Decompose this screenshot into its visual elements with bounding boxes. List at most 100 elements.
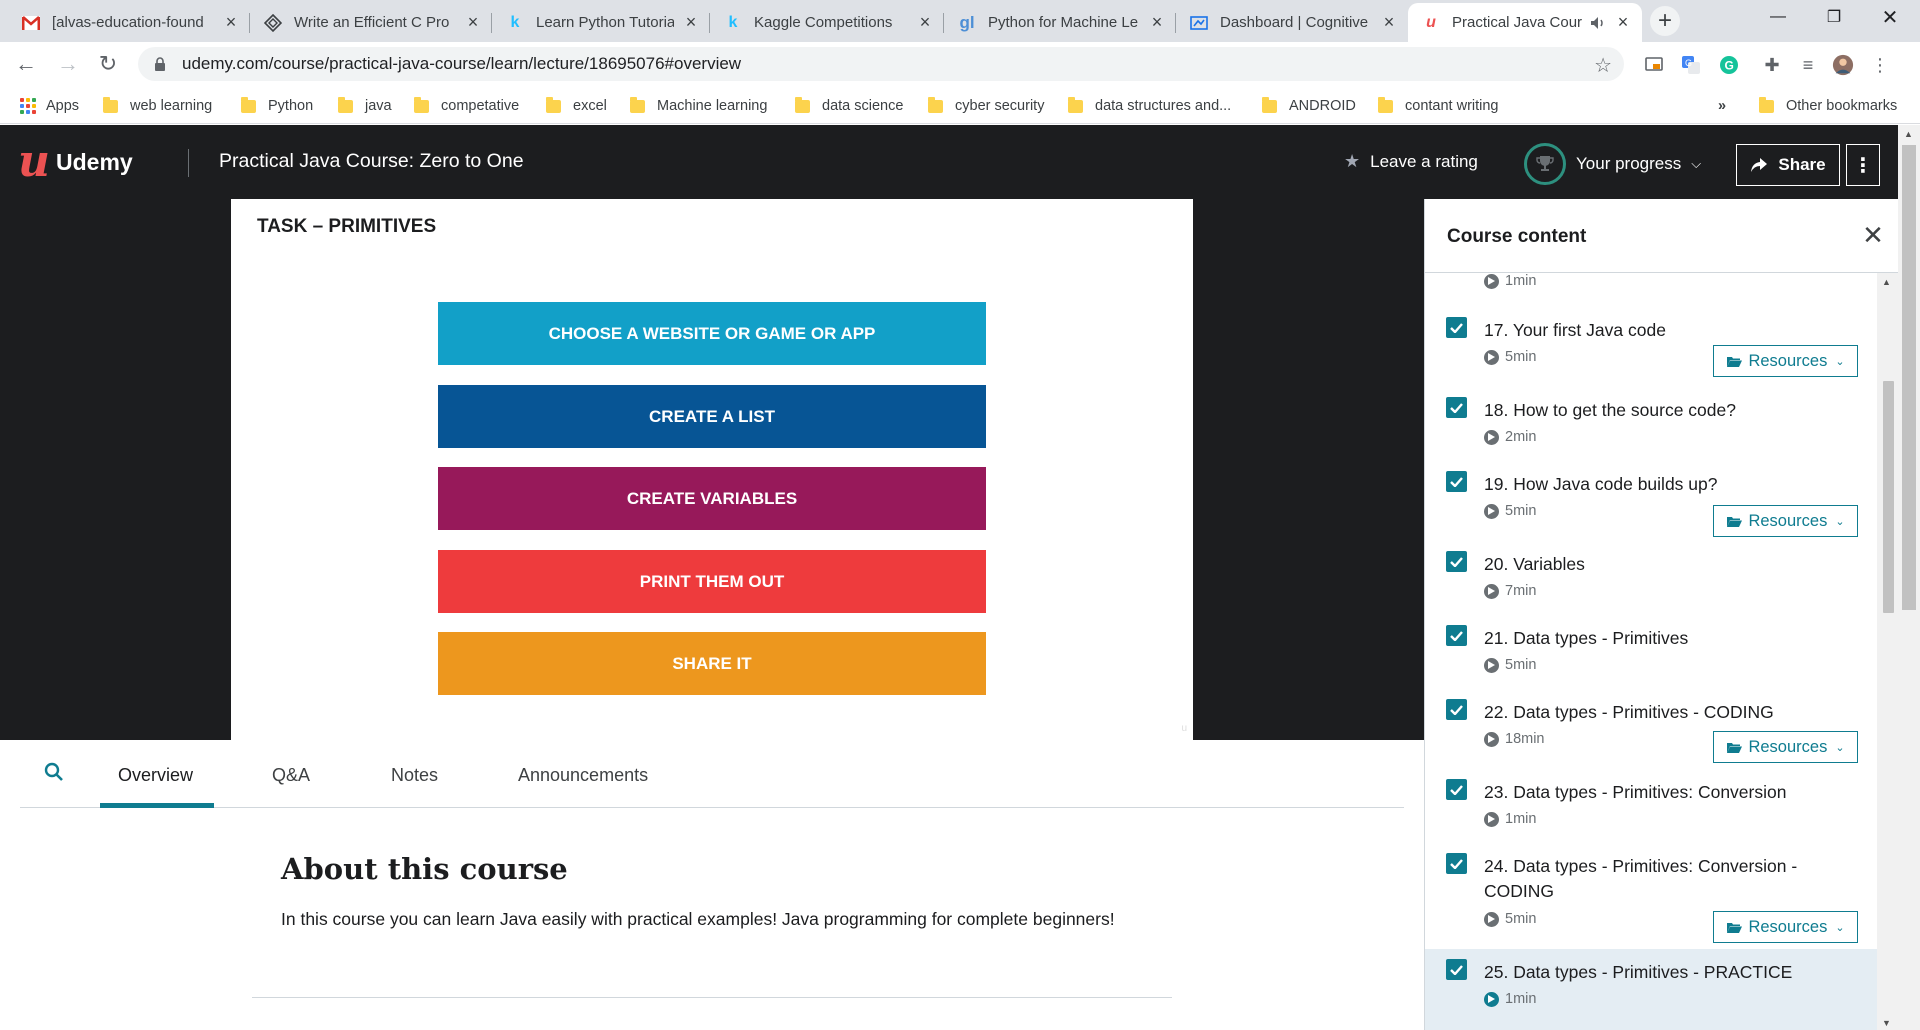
completed-checkbox[interactable] bbox=[1446, 317, 1467, 338]
completed-checkbox[interactable] bbox=[1446, 471, 1467, 492]
lecture-duration: 18min bbox=[1484, 731, 1545, 747]
browser-tab-kaggle[interactable]: k Kaggle Competitions × bbox=[710, 3, 944, 42]
bookmark-star-icon[interactable]: ☆ bbox=[1594, 53, 1612, 78]
profile-avatar[interactable] bbox=[1832, 54, 1854, 76]
bookmark-apps[interactable]: Apps bbox=[20, 95, 79, 117]
lecture-item[interactable]: 23. Data types - Primitives: Conversion … bbox=[1425, 769, 1877, 843]
tab-notes[interactable]: Notes bbox=[391, 765, 438, 807]
new-tab-button[interactable]: + bbox=[1650, 6, 1680, 36]
completed-checkbox[interactable] bbox=[1446, 779, 1467, 800]
close-tab-icon[interactable]: × bbox=[682, 12, 700, 33]
translate-icon[interactable]: G bbox=[1680, 54, 1702, 76]
active-tab-indicator bbox=[100, 803, 214, 808]
browser-tab-geeks[interactable]: Write an Efficient C Pro × bbox=[250, 3, 492, 42]
bookmarks-overflow-button[interactable]: » bbox=[1718, 95, 1726, 117]
lecture-item[interactable]: 18. How to get the source code? 2min bbox=[1425, 387, 1877, 461]
extensions-puzzle-icon[interactable]: ✚ bbox=[1761, 54, 1783, 76]
resources-dropdown[interactable]: Resources ⌄ bbox=[1713, 345, 1858, 377]
folder-icon bbox=[103, 96, 118, 113]
lecture-title: 21. Data types - Primitives bbox=[1484, 628, 1689, 648]
bookmark-folder[interactable]: excel bbox=[546, 95, 607, 117]
close-tab-icon[interactable]: × bbox=[1614, 12, 1632, 33]
bookmark-folder[interactable]: contant writing bbox=[1378, 95, 1499, 117]
bookmark-folder[interactable]: competative bbox=[414, 95, 519, 117]
close-tab-icon[interactable]: × bbox=[222, 12, 240, 33]
lecture-item[interactable]: 17. Your first Java code 5min Resources … bbox=[1425, 307, 1877, 387]
tab-announcements[interactable]: Announcements bbox=[518, 765, 648, 807]
tab-overview[interactable]: Overview bbox=[118, 765, 193, 807]
close-tab-icon[interactable]: × bbox=[464, 12, 482, 33]
bookmark-folder[interactable]: web learning bbox=[103, 95, 212, 117]
task-step-2: CREATE A LIST bbox=[438, 385, 986, 448]
completed-checkbox[interactable] bbox=[1446, 959, 1467, 980]
other-bookmarks[interactable]: Other bookmarks bbox=[1759, 95, 1897, 117]
course-title-link[interactable]: Practical Java Course: Zero to One bbox=[219, 150, 524, 173]
lecture-item[interactable]: 21. Data types - Primitives 5min bbox=[1425, 615, 1877, 689]
leave-rating-button[interactable]: ★ Leave a rating bbox=[1344, 151, 1478, 172]
restore-icon[interactable]: ❐ bbox=[1806, 0, 1862, 34]
your-progress-dropdown[interactable]: Your progress ⌵ bbox=[1524, 143, 1701, 185]
completed-checkbox[interactable] bbox=[1446, 853, 1467, 874]
resources-dropdown[interactable]: Resources ⌄ bbox=[1713, 505, 1858, 537]
lecture-title: 20. Variables bbox=[1484, 554, 1585, 574]
lecture-item[interactable]: 24. Data types - Primitives: Conversion … bbox=[1425, 843, 1877, 949]
cast-icon[interactable] bbox=[1643, 54, 1665, 76]
resources-dropdown[interactable]: Resources ⌄ bbox=[1713, 731, 1858, 763]
share-arrow-icon bbox=[1750, 156, 1768, 174]
forward-icon[interactable]: → bbox=[54, 50, 82, 78]
scroll-up-icon[interactable]: ▲ bbox=[1882, 277, 1891, 287]
page-scroll-thumb[interactable] bbox=[1902, 145, 1916, 610]
media-queue-icon[interactable]: ≡ bbox=[1797, 54, 1819, 76]
course-content-sidebar: Course content ✕ 1min 17. Your first Jav… bbox=[1424, 199, 1920, 1030]
address-bar[interactable]: udemy.com/course/practical-java-course/l… bbox=[138, 47, 1624, 81]
bookmark-folder[interactable]: data science bbox=[795, 95, 903, 117]
close-tab-icon[interactable]: × bbox=[1148, 12, 1166, 33]
browser-tab-python-ml[interactable]: gl Python for Machine Le × bbox=[944, 3, 1176, 42]
completed-checkbox[interactable] bbox=[1446, 699, 1467, 720]
browser-tab-gmail[interactable]: [alvas-education-found × bbox=[8, 3, 250, 42]
url-text: udemy.com/course/practical-java-course/l… bbox=[182, 54, 742, 73]
share-button[interactable]: Share bbox=[1736, 144, 1840, 186]
chevron-down-icon: ⌄ bbox=[1835, 515, 1845, 528]
bookmark-folder[interactable]: java bbox=[338, 95, 392, 117]
close-sidebar-icon[interactable]: ✕ bbox=[1857, 219, 1889, 251]
lecture-item[interactable]: 22. Data types - Primitives - CODING 18m… bbox=[1425, 689, 1877, 769]
more-options-icon[interactable]: ⋮ bbox=[1846, 144, 1880, 186]
close-window-icon[interactable]: ✕ bbox=[1862, 0, 1918, 34]
browser-tab-cognitive[interactable]: Dashboard | Cognitive × bbox=[1176, 3, 1408, 42]
scroll-down-icon[interactable]: ▼ bbox=[1882, 1018, 1891, 1028]
grammarly-icon[interactable]: G bbox=[1718, 54, 1740, 76]
browser-menu-icon[interactable]: ⋮ bbox=[1869, 54, 1891, 76]
close-tab-icon[interactable]: × bbox=[1380, 12, 1398, 33]
page-scrollbar[interactable]: ▲ bbox=[1898, 125, 1920, 1030]
close-tab-icon[interactable]: × bbox=[916, 12, 934, 33]
bookmark-folder[interactable]: data structures and... bbox=[1068, 95, 1231, 117]
lecture-item-current[interactable]: 25. Data types - Primitives - PRACTICE 1… bbox=[1425, 949, 1877, 1030]
bookmark-folder[interactable]: Machine learning bbox=[630, 95, 767, 117]
play-icon bbox=[1484, 503, 1499, 519]
completed-checkbox[interactable] bbox=[1446, 397, 1467, 418]
lecture-item[interactable]: 19. How Java code builds up? 5min Resour… bbox=[1425, 461, 1877, 541]
reload-icon[interactable]: ↻ bbox=[94, 50, 122, 78]
bookmark-folder[interactable]: ANDROID bbox=[1262, 95, 1356, 117]
scroll-up-icon[interactable]: ▲ bbox=[1904, 129, 1913, 139]
completed-checkbox[interactable] bbox=[1446, 625, 1467, 646]
video-player[interactable]: TASK – PRIMITIVES CHOOSE A WEBSITE OR GA… bbox=[0, 199, 1424, 740]
lecture-item[interactable]: 1min bbox=[1425, 273, 1877, 289]
sidebar-scrollbar[interactable]: ▲ ▼ bbox=[1877, 273, 1899, 1030]
browser-tab-learn-python[interactable]: k Learn Python Tutorials × bbox=[492, 3, 710, 42]
tab-qa[interactable]: Q&A bbox=[272, 765, 310, 807]
udemy-logo[interactable]: u Udemy bbox=[18, 140, 133, 184]
minimize-icon[interactable]: — bbox=[1750, 0, 1806, 34]
completed-checkbox[interactable] bbox=[1446, 551, 1467, 572]
lecture-item[interactable]: 20. Variables 7min bbox=[1425, 541, 1877, 615]
sidebar-scroll-thumb[interactable] bbox=[1883, 381, 1894, 613]
resources-dropdown[interactable]: Resources ⌄ bbox=[1713, 911, 1858, 943]
bookmark-folder[interactable]: cyber security bbox=[928, 95, 1044, 117]
bookmark-folder[interactable]: Python bbox=[241, 95, 313, 117]
search-icon[interactable] bbox=[44, 762, 64, 782]
back-icon[interactable]: ← bbox=[12, 50, 40, 78]
speaker-icon[interactable] bbox=[1590, 14, 1606, 31]
udemy-icon: u bbox=[1426, 13, 1436, 31]
browser-tab-udemy[interactable]: u Practical Java Cour × bbox=[1408, 3, 1642, 42]
